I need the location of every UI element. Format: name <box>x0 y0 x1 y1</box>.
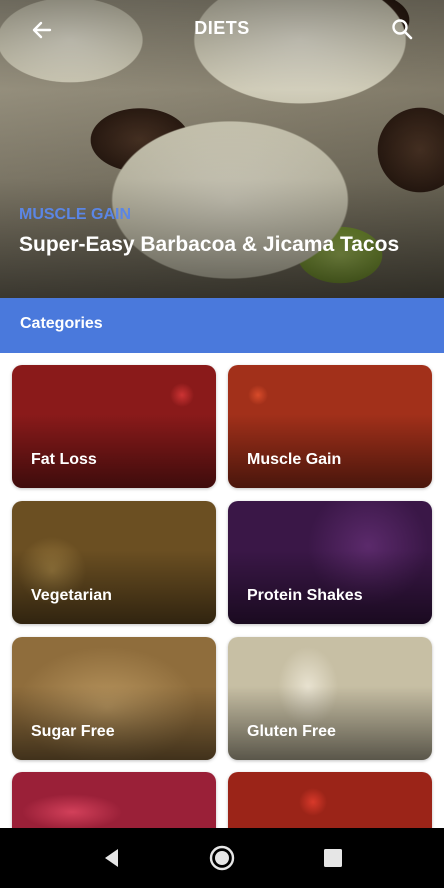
search-button[interactable] <box>386 13 418 45</box>
category-label: Sugar Free <box>31 723 115 740</box>
category-label: Gluten Free <box>247 723 336 740</box>
category-label: Fat Loss <box>31 451 97 468</box>
card-overlay <box>228 501 432 624</box>
categories-header: Categories <box>0 298 444 353</box>
card-overlay <box>12 365 216 488</box>
card-overlay <box>228 365 432 488</box>
system-home-button[interactable] <box>208 844 236 872</box>
category-card-vegetarian[interactable]: Vegetarian <box>12 501 216 624</box>
category-card-fat-loss[interactable]: Fat Loss <box>12 365 216 488</box>
category-card-protein-shakes[interactable]: Protein Shakes <box>228 501 432 624</box>
category-label: Vegetarian <box>31 587 112 604</box>
hero-category-tag[interactable]: MUSCLE GAIN <box>19 206 131 224</box>
triangle-back-icon <box>105 849 118 867</box>
page-title: DIETS <box>194 18 250 38</box>
category-card-gluten-free[interactable]: Gluten Free <box>228 637 432 760</box>
card-overlay <box>12 501 216 624</box>
category-label: Protein Shakes <box>247 587 363 604</box>
search-icon <box>392 19 413 40</box>
hero-recipe-title[interactable]: Super-Easy Barbacoa & Jicama Tacos <box>19 233 399 257</box>
category-card-muscle-gain[interactable]: Muscle Gain <box>228 365 432 488</box>
square-recents-icon <box>324 849 342 867</box>
card-overlay <box>228 637 432 760</box>
system-back-button[interactable] <box>100 846 124 870</box>
system-recents-button[interactable] <box>323 848 343 868</box>
top-app-bar: DIETS <box>0 0 444 58</box>
categories-heading: Categories <box>20 315 103 332</box>
category-label: Muscle Gain <box>247 451 342 468</box>
category-card-sugar-free[interactable]: Sugar Free <box>12 637 216 760</box>
card-overlay <box>12 637 216 760</box>
system-navigation-bar <box>0 828 444 888</box>
featured-recipe-hero[interactable]: DIETS MUSCLE GAIN Super-Easy Barbacoa & … <box>0 0 444 298</box>
circle-home-icon <box>209 845 235 871</box>
